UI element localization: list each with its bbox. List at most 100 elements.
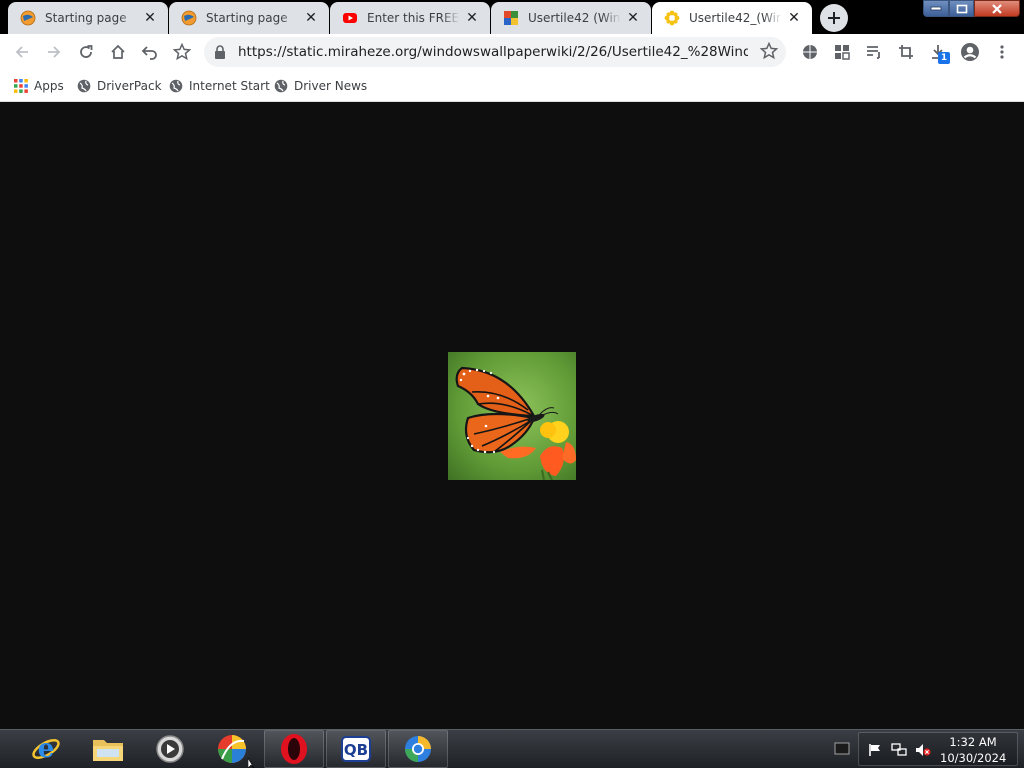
star-outline-icon: [173, 43, 191, 61]
minimize-button[interactable]: [923, 0, 949, 17]
mouse-cursor: [248, 758, 255, 768]
qb-app-icon: QB: [341, 736, 371, 762]
bookmark-label: Internet Start: [189, 79, 270, 93]
apps-squares-icon: [835, 45, 850, 60]
system-clock[interactable]: 1:32 AM 10/30/2024: [940, 734, 1006, 766]
globe-orange-icon: [181, 10, 197, 26]
back-button[interactable]: [8, 38, 36, 66]
internet-explorer-icon: e: [32, 734, 60, 764]
tab-usertile42-image[interactable]: Usertile42_(Windo ✕: [652, 2, 812, 34]
apps-grid-icon: [14, 79, 28, 93]
opera-button[interactable]: [264, 730, 324, 768]
bookmark-internet-start[interactable]: Internet Start: [169, 76, 270, 96]
minimize-icon: [930, 6, 942, 10]
opera-icon: [281, 734, 307, 764]
file-explorer-button[interactable]: [78, 730, 138, 768]
network-icon[interactable]: [891, 742, 907, 758]
close-icon[interactable]: ✕: [303, 10, 319, 26]
globe-orange-icon: [20, 10, 36, 26]
globe-icon: [77, 79, 91, 93]
crop-button[interactable]: [892, 38, 920, 66]
clock-time: 1:32 AM: [949, 735, 997, 749]
more-vert-icon: [1000, 45, 1004, 59]
tab-starting-page-2[interactable]: Starting page ✕: [169, 2, 329, 34]
tab-strip: Starting page ✕ Starting page ✕ Enter th…: [0, 0, 1024, 34]
close-icon: [992, 3, 1002, 14]
bookmark-driver-news[interactable]: Driver News: [274, 76, 367, 96]
arrow-left-icon: [15, 46, 28, 58]
media-player-icon: [156, 735, 184, 763]
tab-title: Usertile42_(Windo: [689, 11, 782, 25]
arrow-right-icon: [48, 46, 61, 58]
youtube-icon: [342, 10, 358, 26]
qb-app-button[interactable]: QB: [326, 730, 386, 768]
image-viewer: [0, 103, 1024, 729]
undo-button[interactable]: [136, 38, 164, 66]
windows-taskbar: e QB 1:32 AM 10/30/2024: [0, 729, 1024, 768]
profile-button[interactable]: [956, 38, 984, 66]
extension-button[interactable]: [828, 38, 856, 66]
media-control-button[interactable]: [860, 38, 888, 66]
chromium-browser-icon: [218, 735, 246, 763]
browser-window: Starting page ✕ Starting page ✕ Enter th…: [0, 0, 1024, 768]
home-button[interactable]: [104, 38, 132, 66]
globe-icon: [169, 79, 183, 93]
plus-icon: [828, 12, 840, 24]
home-icon: [111, 44, 125, 59]
crop-icon: [899, 45, 913, 59]
globe-icon: [274, 79, 288, 93]
undo-icon: [141, 46, 157, 60]
bookmark-driverpack[interactable]: DriverPack: [77, 76, 162, 96]
extension-button[interactable]: [796, 38, 824, 66]
wiki-icon: [503, 10, 519, 26]
account-icon: [961, 43, 979, 61]
close-icon[interactable]: ✕: [786, 10, 802, 26]
svg-text:QB: QB: [344, 741, 368, 759]
close-window-button[interactable]: [974, 0, 1020, 17]
reload-icon: [80, 45, 93, 58]
reload-button[interactable]: [72, 38, 100, 66]
bookmark-star-icon[interactable]: [759, 41, 779, 64]
butterfly-image[interactable]: [448, 352, 576, 480]
maximize-button[interactable]: [949, 0, 974, 17]
browser-toolbar: https://static.miraheze.org/windowswallp…: [0, 34, 1024, 70]
download-count-badge: 1: [938, 52, 950, 64]
tab-title: Usertile42 (Windo: [528, 11, 621, 25]
sun-flower-icon: [664, 10, 680, 26]
close-icon[interactable]: ✕: [625, 10, 641, 26]
media-player-button[interactable]: [140, 730, 200, 768]
tab-title: Enter this FREE Ro: [367, 11, 460, 25]
flag-icon[interactable]: [867, 742, 883, 758]
playlist-icon: [867, 46, 880, 59]
internet-explorer-button[interactable]: e: [16, 730, 76, 768]
bookmark-label: DriverPack: [97, 79, 162, 93]
tab-title: Starting page: [45, 11, 127, 25]
chrome-canary-button[interactable]: [388, 730, 448, 768]
new-tab-button[interactable]: [820, 4, 848, 32]
chrome-canary-icon: [405, 736, 431, 762]
tab-usertile42-wiki[interactable]: Usertile42 (Windo ✕: [491, 2, 651, 34]
file-explorer-icon: [93, 740, 123, 761]
svg-text:e: e: [38, 734, 55, 764]
tab-youtube[interactable]: Enter this FREE Ro ✕: [330, 2, 490, 34]
globe-grid-icon: [803, 45, 817, 59]
bookmark-label: Apps: [34, 79, 64, 93]
restore-icon: [956, 4, 967, 13]
bookmarks-bar: Apps DriverPack Internet Start Driver Ne…: [0, 70, 1024, 102]
close-icon[interactable]: ✕: [142, 10, 158, 26]
action-center-icon[interactable]: [834, 742, 850, 756]
address-bar[interactable]: https://static.miraheze.org/windowswallp…: [204, 37, 786, 67]
forward-button[interactable]: [40, 38, 68, 66]
bookmark-label: Driver News: [294, 79, 368, 93]
volume-muted-icon[interactable]: [915, 742, 931, 758]
downloads-button[interactable]: 1: [924, 38, 952, 66]
tab-title: Starting page: [206, 11, 288, 25]
menu-button[interactable]: [988, 38, 1016, 66]
close-icon[interactable]: ✕: [464, 10, 480, 26]
lock-icon: [214, 44, 226, 63]
clock-date: 10/30/2024: [940, 751, 1007, 765]
tab-starting-page-1[interactable]: Starting page ✕: [8, 2, 168, 34]
bookmark-manager-button[interactable]: [168, 38, 196, 66]
url-text: https://static.miraheze.org/windowswallp…: [238, 44, 748, 60]
bookmark-apps[interactable]: Apps: [14, 76, 64, 96]
